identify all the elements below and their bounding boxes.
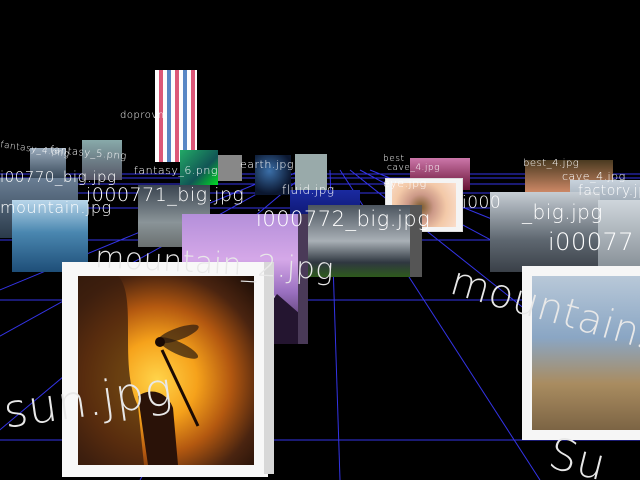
thumbnail-fantasy-6[interactable]	[180, 150, 218, 185]
thumbnail-i000772-big[interactable]	[308, 205, 416, 277]
dragonfly-silhouette	[78, 276, 200, 465]
thumbnail-traffic-signs[interactable]	[155, 70, 197, 162]
thumbnail-small-dark[interactable]	[218, 155, 242, 181]
thumbnail-fantasy-4[interactable]	[30, 148, 66, 180]
thumbnail-fantasy-5[interactable]	[82, 140, 122, 180]
tile-side-i000772	[410, 205, 422, 277]
thumbnail-i000773[interactable]	[490, 192, 600, 272]
thumbnail-sun[interactable]	[62, 262, 268, 477]
thumbnail-fluid-back[interactable]	[295, 154, 327, 190]
tile-side-sun	[264, 262, 274, 474]
thumbnail-mountains[interactable]	[522, 266, 640, 440]
thumbnail-earth[interactable]	[255, 155, 291, 195]
tile-side-mountain-2	[298, 214, 308, 344]
gallery-3d-scene[interactable]: doprovn fantasy_4.png fantasy_5.png fant…	[0, 0, 640, 480]
